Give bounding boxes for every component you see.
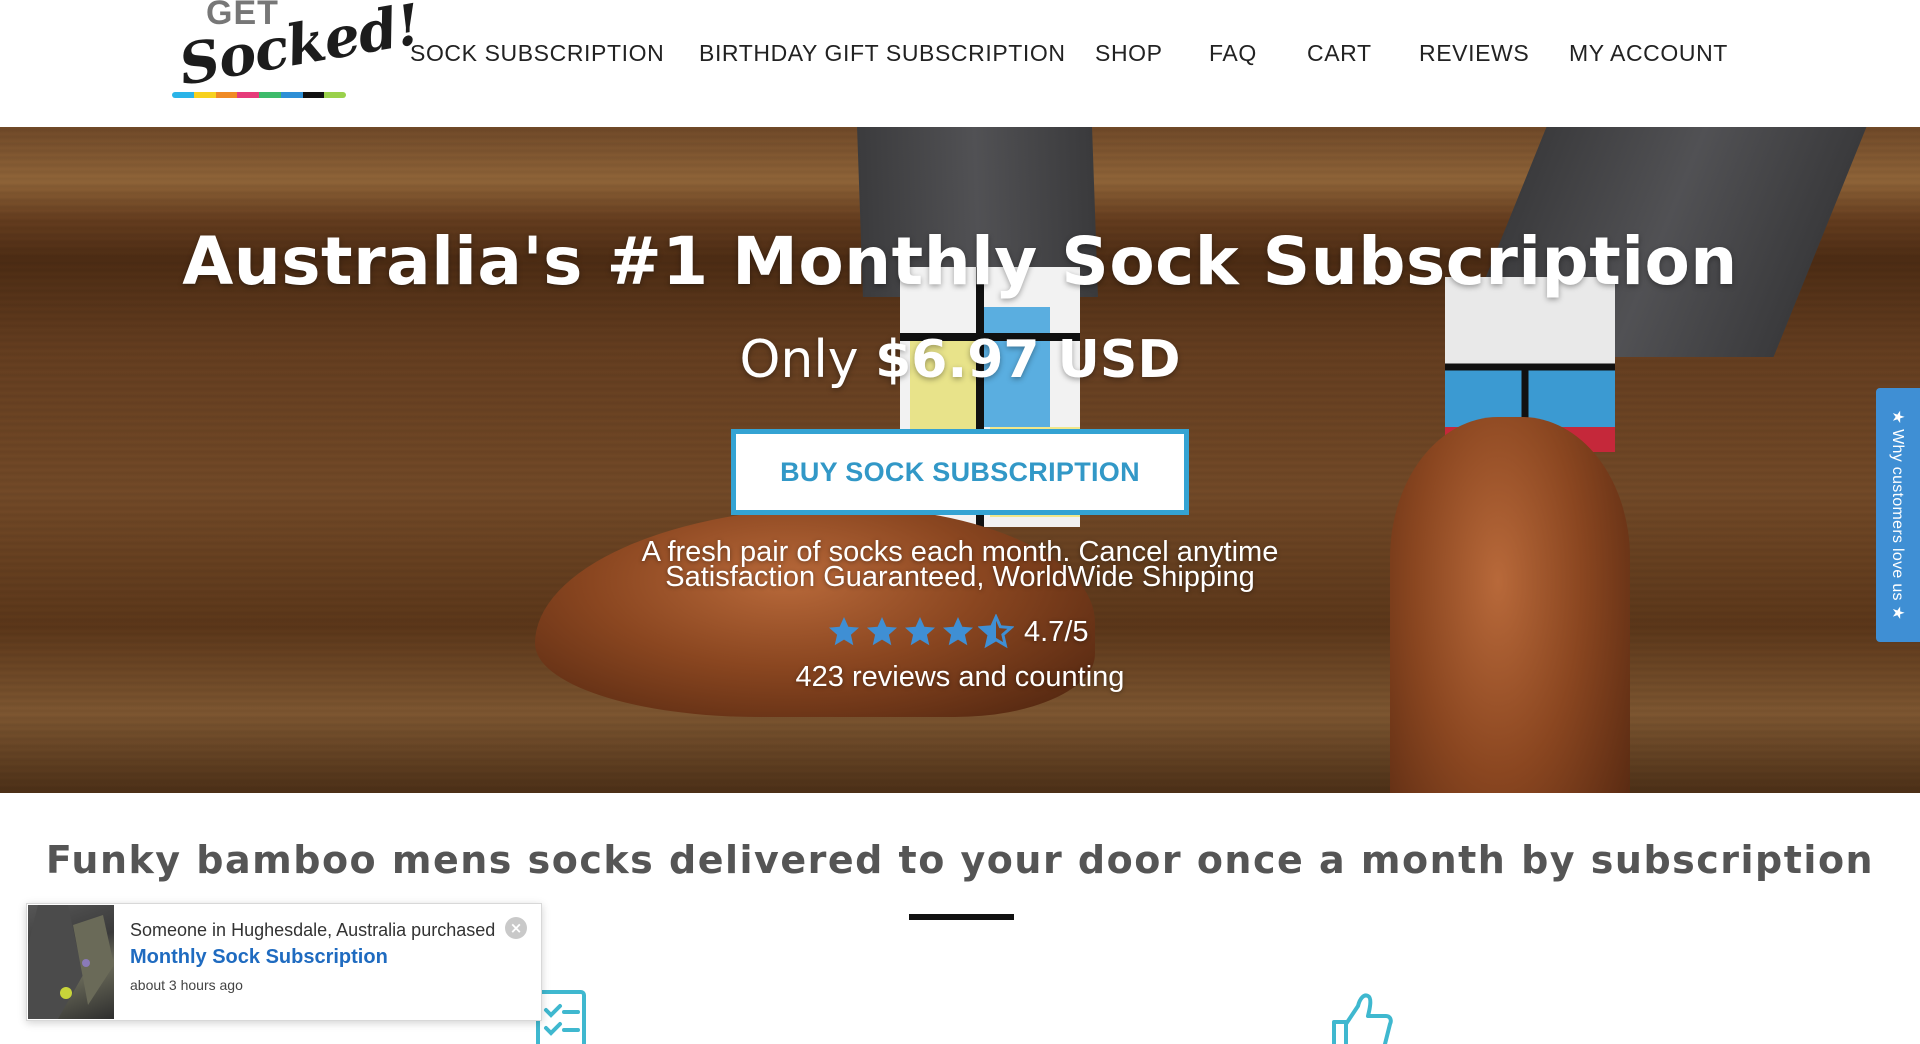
rating-text: 4.7/5 xyxy=(1024,615,1089,648)
nav-shop[interactable]: SHOP xyxy=(1095,40,1163,67)
section-divider xyxy=(909,914,1014,920)
star-icon xyxy=(829,617,859,646)
hero-price: Only $6.97 USD xyxy=(0,330,1920,390)
price-prefix: Only xyxy=(739,330,876,390)
logo-color-bar xyxy=(172,92,346,98)
nav-reviews[interactable]: REVIEWS xyxy=(1419,40,1529,67)
buy-sock-subscription-button[interactable]: BUY SOCK SUBSCRIPTION xyxy=(731,429,1189,515)
star-rating[interactable]: 4.7/5 xyxy=(826,612,1089,652)
star-half-icon xyxy=(978,614,1014,649)
site-header: GET Socked! SOCK SUBSCRIPTION BIRTHDAY G… xyxy=(0,0,1920,127)
popup-product-link[interactable]: Monthly Sock Subscription xyxy=(130,946,388,969)
hero-tagline-2: Satisfaction Guaranteed, WorldWide Shipp… xyxy=(665,561,1255,593)
side-tab-label: ★ Why customers love us ★ xyxy=(1889,409,1906,621)
why-customers-love-us-tab[interactable]: ★ Why customers love us ★ xyxy=(1876,388,1920,642)
thumbs-up-icon xyxy=(1332,993,1393,1044)
hero-banner: Australia's #1 Monthly Sock Subscription… xyxy=(0,127,1920,793)
nav-sock-subscription[interactable]: SOCK SUBSCRIPTION xyxy=(410,40,664,67)
hero-title: Australia's #1 Monthly Sock Subscription xyxy=(182,223,1738,300)
close-icon[interactable]: × xyxy=(505,917,527,939)
logo[interactable]: GET Socked! xyxy=(172,0,425,100)
price-value: $6.97 USD xyxy=(875,330,1181,390)
star-icon xyxy=(867,617,897,646)
reviews-count[interactable]: 423 reviews and counting xyxy=(0,661,1920,694)
product-thumbnail[interactable] xyxy=(28,905,114,1019)
section-title: Funky bamboo mens socks delivered to you… xyxy=(45,838,1875,882)
popup-timestamp: about 3 hours ago xyxy=(130,977,243,993)
nav-faq[interactable]: FAQ xyxy=(1209,40,1257,67)
nav-my-account[interactable]: MY ACCOUNT xyxy=(1569,40,1728,67)
star-icon xyxy=(943,617,973,646)
nav-birthday-gift-subscription[interactable]: BIRTHDAY GIFT SUBSCRIPTION xyxy=(699,40,1066,67)
star-icon xyxy=(905,617,935,646)
popup-message: Someone in Hughesdale, Australia purchas… xyxy=(130,920,496,940)
recent-purchase-popup[interactable]: Someone in Hughesdale, Australia purchas… xyxy=(26,903,542,1021)
hero-content: Australia's #1 Monthly Sock Subscription… xyxy=(0,127,1920,793)
nav-cart[interactable]: CART xyxy=(1307,40,1372,67)
